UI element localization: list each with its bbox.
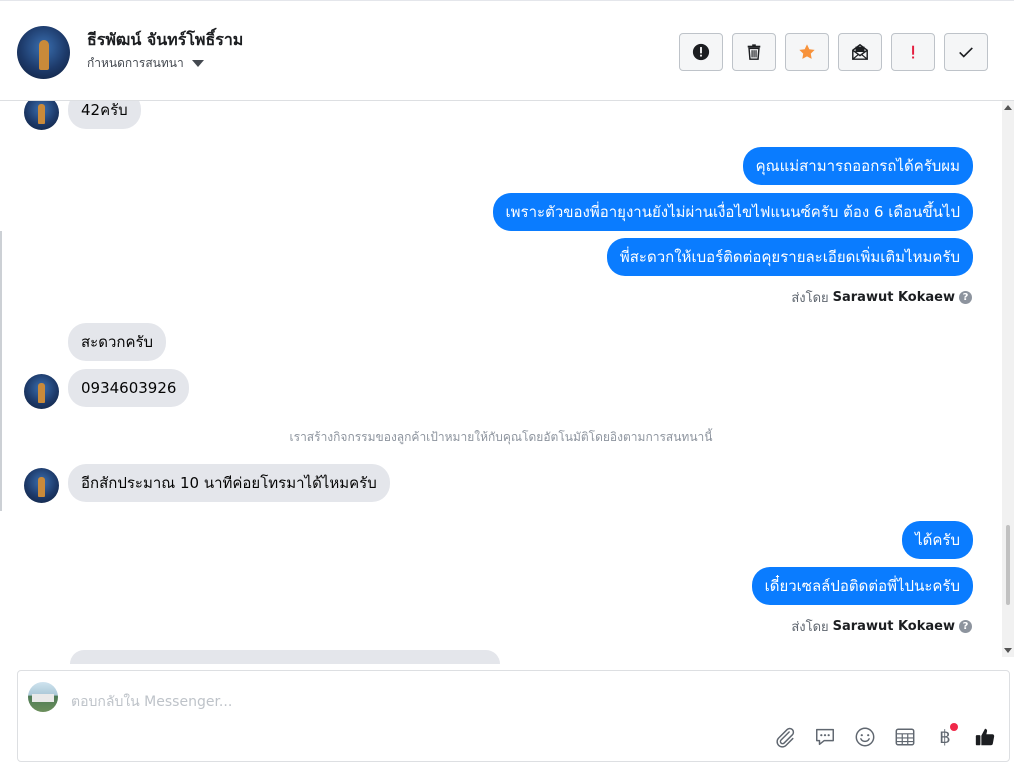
baht-icon: ฿ (939, 726, 951, 748)
priority-button[interactable] (891, 33, 935, 71)
exclamation-icon (912, 45, 915, 59)
star-button[interactable] (785, 33, 829, 71)
alert-circle-icon (692, 43, 710, 61)
appointment-button[interactable] (893, 725, 917, 749)
emoji-button[interactable] (853, 725, 877, 749)
smiley-icon (855, 727, 875, 747)
like-button[interactable] (973, 725, 997, 749)
thread-scrollbar[interactable] (1002, 101, 1014, 657)
contact-name[interactable]: ธีรพัฒน์ จันทร์โพธิ์ราม (87, 28, 243, 53)
help-icon[interactable]: ? (959, 291, 972, 304)
envelope-open-icon (852, 43, 868, 60)
sent-by-name: Sarawut Kokaew (832, 290, 955, 305)
incoming-message[interactable]: สะดวกครับ (68, 323, 167, 361)
outgoing-message[interactable]: เพราะตัวของพี่อายุงานยังไม่ผ่านเงื่อไขไฟ… (492, 193, 973, 231)
page-avatar (28, 682, 58, 712)
incoming-message[interactable]: 42ครับ (68, 101, 141, 129)
speech-bubble-icon (816, 728, 834, 746)
delete-button[interactable] (732, 33, 776, 71)
conversation-header: ธีรพัฒน์ จันทร์โพธิ์ราม กำหนดการสนทนา (0, 0, 1014, 101)
mark-spam-button[interactable] (679, 33, 723, 71)
assign-conversation-dropdown[interactable]: กำหนดการสนทนา (87, 54, 204, 73)
incoming-message[interactable]: อีกสักประมาณ 10 นาทีค่อยโทรมาได้ไหมครับ (68, 464, 390, 502)
sent-by-prefix: ส่งโดย (791, 291, 829, 306)
thumbs-up-icon (975, 728, 995, 746)
scroll-thumb[interactable] (1006, 525, 1010, 605)
outgoing-message[interactable]: พี่สะดวกให้เบอร์ติดต่อคุยรายละเอียดเพิ่ม… (606, 238, 973, 276)
caret-down-icon (191, 60, 204, 67)
notification-dot (950, 723, 958, 731)
check-icon (959, 47, 973, 58)
assign-conversation-label: กำหนดการสนทนา (87, 56, 184, 70)
outgoing-message[interactable]: คุณแม่สามารถออกรถได้ครับผม (742, 147, 973, 185)
sent-by-prefix: ส่งโดย (791, 620, 829, 635)
outgoing-message[interactable]: ได้ครับ (902, 521, 973, 559)
contact-avatar-small[interactable] (24, 101, 59, 130)
composer-toolbar: ฿ (773, 723, 997, 749)
star-icon (799, 44, 815, 59)
scroll-down-arrow-icon[interactable] (1004, 648, 1012, 653)
incoming-message[interactable]: 0934603926 (68, 369, 190, 407)
saved-replies-button[interactable] (813, 725, 837, 749)
sent-by-name: Sarawut Kokaew (832, 619, 955, 634)
reply-input[interactable]: ตอบกลับใน Messenger... (71, 691, 232, 713)
contact-avatar[interactable] (17, 26, 70, 79)
thread-edge-divider (0, 231, 2, 511)
header-toolbar (679, 33, 988, 71)
contact-avatar-small[interactable] (24, 374, 59, 409)
trash-icon (747, 44, 761, 60)
paperclip-icon (776, 727, 795, 748)
scroll-up-arrow-icon[interactable] (1004, 105, 1012, 110)
outgoing-message[interactable]: เดี๋ยวเซลล์ปอติดต่อพี่ไปนะครับ (751, 567, 973, 605)
sent-by-label: ส่งโดย Sarawut Kokaew ? (791, 616, 972, 637)
partial-incoming-message (70, 650, 500, 664)
system-message: เราสร้างกิจกรรมของลูกค้าเป้าหมายให้กับคุ… (289, 430, 713, 444)
help-icon[interactable]: ? (959, 620, 972, 633)
sent-by-label: ส่งโดย Sarawut Kokaew ? (791, 287, 972, 308)
calendar-grid-icon (895, 728, 915, 746)
message-thread[interactable]: 42ครับ คุณแม่สามารถออกรถได้ครับผม เพราะต… (0, 101, 1002, 657)
attach-button[interactable] (773, 725, 797, 749)
contact-avatar-small[interactable] (24, 468, 59, 503)
mark-done-button[interactable] (944, 33, 988, 71)
mark-unread-button[interactable] (838, 33, 882, 71)
messenger-conversation: ธีรพัฒน์ จันทร์โพธิ์ราม กำหนดการสนทนา 42… (0, 0, 1014, 774)
reply-composer: ตอบกลับใน Messenger... ฿ (17, 670, 1010, 762)
payment-button[interactable]: ฿ (933, 723, 958, 749)
